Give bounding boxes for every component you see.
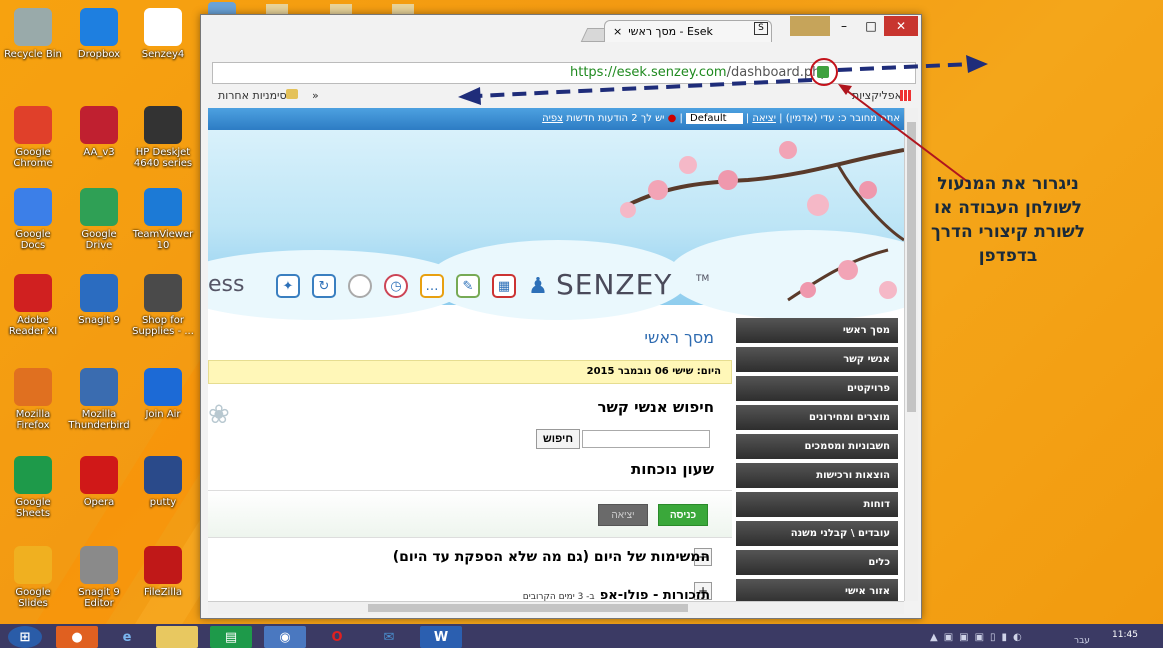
tray-language[interactable]: עבר <box>1074 636 1090 646</box>
taskbar-opera-icon[interactable]: O <box>316 626 358 648</box>
tray-icons[interactable]: ▲▣▣▣▯▮◐ <box>930 632 1028 643</box>
taskbar-thunderbird-icon[interactable]: ✉ <box>368 626 410 648</box>
taskbar-word-icon[interactable]: W <box>420 626 462 648</box>
taskbar-firefox-icon[interactable]: ● <box>56 626 98 648</box>
annotation-text: ניגרור את המנעול לשולחן העבודה או לשורת … <box>930 174 1086 266</box>
tray-clock[interactable]: 11:45 <box>1112 630 1138 640</box>
taskbar-chrome-icon[interactable]: ◉ <box>264 626 306 648</box>
taskbar-ie-icon[interactable]: e <box>106 626 148 648</box>
taskbar-explorer-icon[interactable] <box>156 626 198 648</box>
taskbar-sheets-icon[interactable]: ▤ <box>210 626 252 648</box>
start-button[interactable]: ⊞ <box>8 626 42 648</box>
annotation-arrows <box>458 55 988 183</box>
